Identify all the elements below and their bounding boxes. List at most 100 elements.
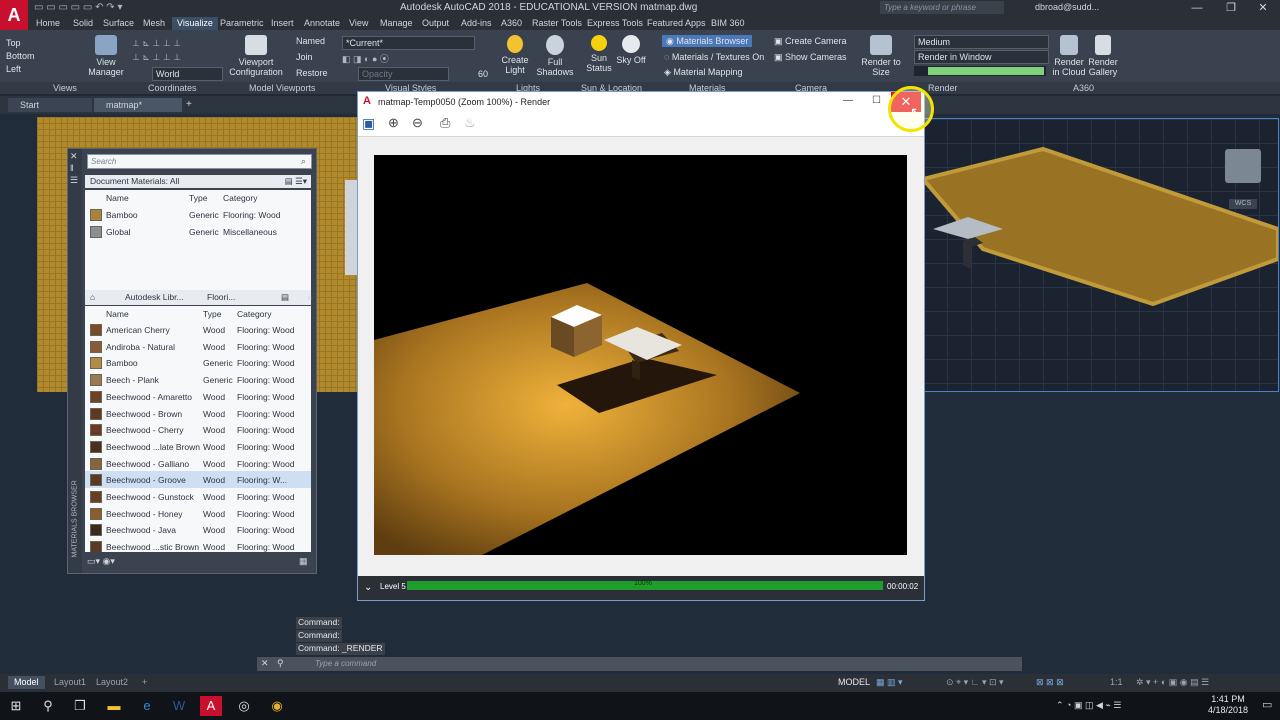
materials-textures-button[interactable]: ◌ Materials / Textures On — [664, 52, 764, 62]
palette-pin-icon[interactable]: ‖ — [70, 163, 74, 173]
materials-browser-button[interactable]: ◉ Materials Browser — [662, 35, 753, 47]
table-row[interactable]: American Cherry Wood Flooring: Wood — [85, 321, 311, 338]
workspace-icons[interactable]: ✲ ▾ + ◐ ▣ ◉ ▤ ☰ — [1130, 676, 1215, 689]
document-materials-filter[interactable]: Document Materials: All ▤ ☰▾ — [85, 175, 311, 188]
editor-icon[interactable]: ▦ — [299, 556, 308, 567]
add-layout-icon[interactable]: + — [136, 676, 153, 689]
table-row[interactable]: Beech - Plank Generic Flooring: Wood — [85, 371, 311, 388]
sky-off-button[interactable]: Sky Off — [614, 35, 648, 65]
col-category[interactable]: Category — [223, 193, 258, 203]
view-bottom[interactable]: Bottom — [6, 51, 35, 61]
notifications-icon[interactable]: ▭ — [1262, 698, 1272, 711]
tab-express-tools[interactable]: Express Tools — [582, 17, 648, 30]
tab-manage[interactable]: Manage — [375, 17, 418, 30]
print-icon[interactable]: ⎙ — [440, 115, 450, 131]
ucs-tools[interactable]: ⊥ ⊾ ⊥ ⊥ ⊥ — [132, 38, 181, 49]
table-row[interactable]: Beechwood - Gunstock Wood Flooring: Wood — [85, 488, 311, 505]
autocad-logo-icon[interactable]: A — [0, 0, 28, 30]
col-type[interactable]: Type — [189, 193, 207, 203]
view-left[interactable]: Left — [6, 64, 21, 74]
viewcube-icon[interactable] — [1225, 149, 1261, 183]
breadcrumb-flooring[interactable]: Floori... — [207, 290, 235, 305]
viewport-configuration-button[interactable]: Viewport Configuration — [228, 35, 284, 77]
panel-views[interactable]: Views — [53, 83, 77, 93]
table-row[interactable]: Beechwood - Honey Wood Flooring: Wood — [85, 505, 311, 522]
zoom-in-icon[interactable]: ⊕ — [388, 115, 399, 131]
palette-close-icon[interactable]: ✕ — [70, 151, 78, 162]
tab-add-ins[interactable]: Add-ins — [456, 17, 497, 30]
lib-col-type[interactable]: Type — [203, 309, 221, 319]
render-again-icon[interactable]: ♨ — [464, 115, 476, 131]
taskbar-clock[interactable]: 1:41 PM 4/18/2018 — [1198, 694, 1258, 716]
create-camera-button[interactable]: ▣ Create Camera — [774, 36, 847, 47]
ucs-tools-row2[interactable]: ⊥ ⊾ ⊥ ⊥ ⊥ — [132, 52, 181, 63]
system-tray-icons[interactable]: ⌃ ◔ ▣ ◫ ◀ ⌁ ☰ — [1056, 700, 1121, 711]
material-mapping-button[interactable]: ◈ Material Mapping — [664, 67, 742, 78]
autocad-taskbar-icon[interactable]: A — [200, 696, 222, 716]
tab-mesh[interactable]: Mesh — [138, 17, 170, 30]
materials-search-input[interactable]: Search — [87, 154, 312, 169]
tab-home[interactable]: Home — [31, 17, 65, 30]
panel-render[interactable]: Render — [928, 83, 958, 93]
tab-solid[interactable]: Solid — [68, 17, 98, 30]
snap-icons[interactable]: ⊙ ⌖ ▾ ∟ ▾ ⊡ ▾ — [940, 676, 1010, 689]
tab-raster-tools[interactable]: Raster Tools — [527, 17, 587, 30]
tab-output[interactable]: Output — [417, 17, 454, 30]
chrome-icon[interactable]: ◉ — [266, 696, 288, 716]
word-icon[interactable]: W — [168, 696, 190, 716]
table-row[interactable]: Bamboo Generic Flooring: Wood — [85, 206, 311, 223]
wcs-label[interactable]: WCS — [1229, 199, 1257, 209]
table-row[interactable]: Beechwood - Galliano Wood Flooring: Wood — [85, 455, 311, 472]
tab-model[interactable]: Model — [8, 676, 45, 689]
viewport-3d[interactable]: WCS — [922, 118, 1279, 392]
obs-icon[interactable]: ◎ — [233, 696, 255, 716]
create-light-button[interactable]: Create Light — [498, 35, 532, 75]
user-account[interactable]: dbroad@sudd... — [1035, 2, 1099, 12]
table-row[interactable]: Beechwood ...late Brown Wood Flooring: Woo… — [85, 438, 311, 455]
lib-col-category[interactable]: Category — [237, 309, 272, 319]
panel-a360[interactable]: A360 — [1073, 83, 1094, 93]
restore-viewports[interactable]: Restore — [296, 68, 328, 78]
panel-model-viewports[interactable]: Model Viewports — [249, 83, 315, 93]
command-search-icon[interactable]: ⚲ — [277, 658, 284, 669]
render-minimize-icon[interactable]: — — [843, 95, 853, 106]
restore-icon[interactable]: ❐ — [1214, 0, 1248, 16]
render-output-dropdown[interactable]: Render in Window — [914, 50, 1049, 64]
osnap-icons[interactable]: ⊠ ⊠ ⊠ — [1030, 676, 1070, 689]
table-row[interactable]: Beechwood - Cherry Wood Flooring: Wood — [85, 421, 311, 438]
ucs-world-dropdown[interactable]: World — [152, 67, 223, 81]
tab-visualize[interactable]: Visualize — [172, 17, 218, 30]
taskbar-search-icon[interactable]: ⚲ — [37, 696, 59, 716]
full-shadows-button[interactable]: Full Shadows — [536, 35, 574, 77]
join-viewports[interactable]: Join — [296, 52, 313, 62]
create-material-icon[interactable]: ▭▾ ◉▾ — [87, 556, 115, 567]
tab-layout2[interactable]: Layout2 — [90, 676, 134, 689]
tab-annotate[interactable]: Annotate — [299, 17, 345, 30]
annotation-scale[interactable]: 1:1 — [1104, 676, 1129, 689]
show-cameras-button[interactable]: ▣ Show Cameras — [774, 52, 847, 63]
render-maximize-icon[interactable]: ☐ — [872, 95, 881, 106]
tab-parametric[interactable]: Parametric — [215, 17, 269, 30]
new-tab-icon[interactable]: + — [186, 99, 192, 110]
table-row[interactable]: Beechwood - Java Wood Flooring: Wood — [85, 521, 311, 538]
named-viewports[interactable]: Named — [296, 36, 325, 46]
home-icon[interactable]: ⌂ — [90, 290, 95, 305]
tab-view[interactable]: View — [344, 17, 373, 30]
tab-surface[interactable]: Surface — [98, 17, 139, 30]
expand-icon[interactable]: » — [307, 290, 312, 305]
close-icon[interactable]: ✕ — [1246, 0, 1280, 16]
render-in-cloud-button[interactable]: Render in Cloud — [1050, 35, 1088, 77]
visual-style-tools[interactable]: ◧ ◨ ◐ ● ⦿ — [342, 52, 389, 65]
tab-bim-360[interactable]: BIM 360 — [706, 17, 750, 30]
panel-coordinates[interactable]: Coordinates — [148, 83, 197, 93]
edge-icon[interactable]: e — [136, 696, 158, 716]
opacity-slider[interactable]: Opacity — [358, 67, 449, 81]
table-row[interactable]: Andiroba - Natural Wood Flooring: Wood — [85, 338, 311, 355]
col-name[interactable]: Name — [106, 193, 129, 203]
windows-start-icon[interactable]: ⊞ — [5, 696, 27, 716]
quick-access-toolbar[interactable]: ▭ ▭ ▭ ▭ ▭ ↶ ↷ ▾ — [34, 2, 122, 13]
grid-icon[interactable]: ▦ ▥ ▾ — [870, 676, 909, 689]
tab-a360[interactable]: A360 — [496, 17, 527, 30]
tab-layout1[interactable]: Layout1 — [48, 676, 92, 689]
visual-style-dropdown[interactable]: *Current* — [342, 36, 475, 50]
